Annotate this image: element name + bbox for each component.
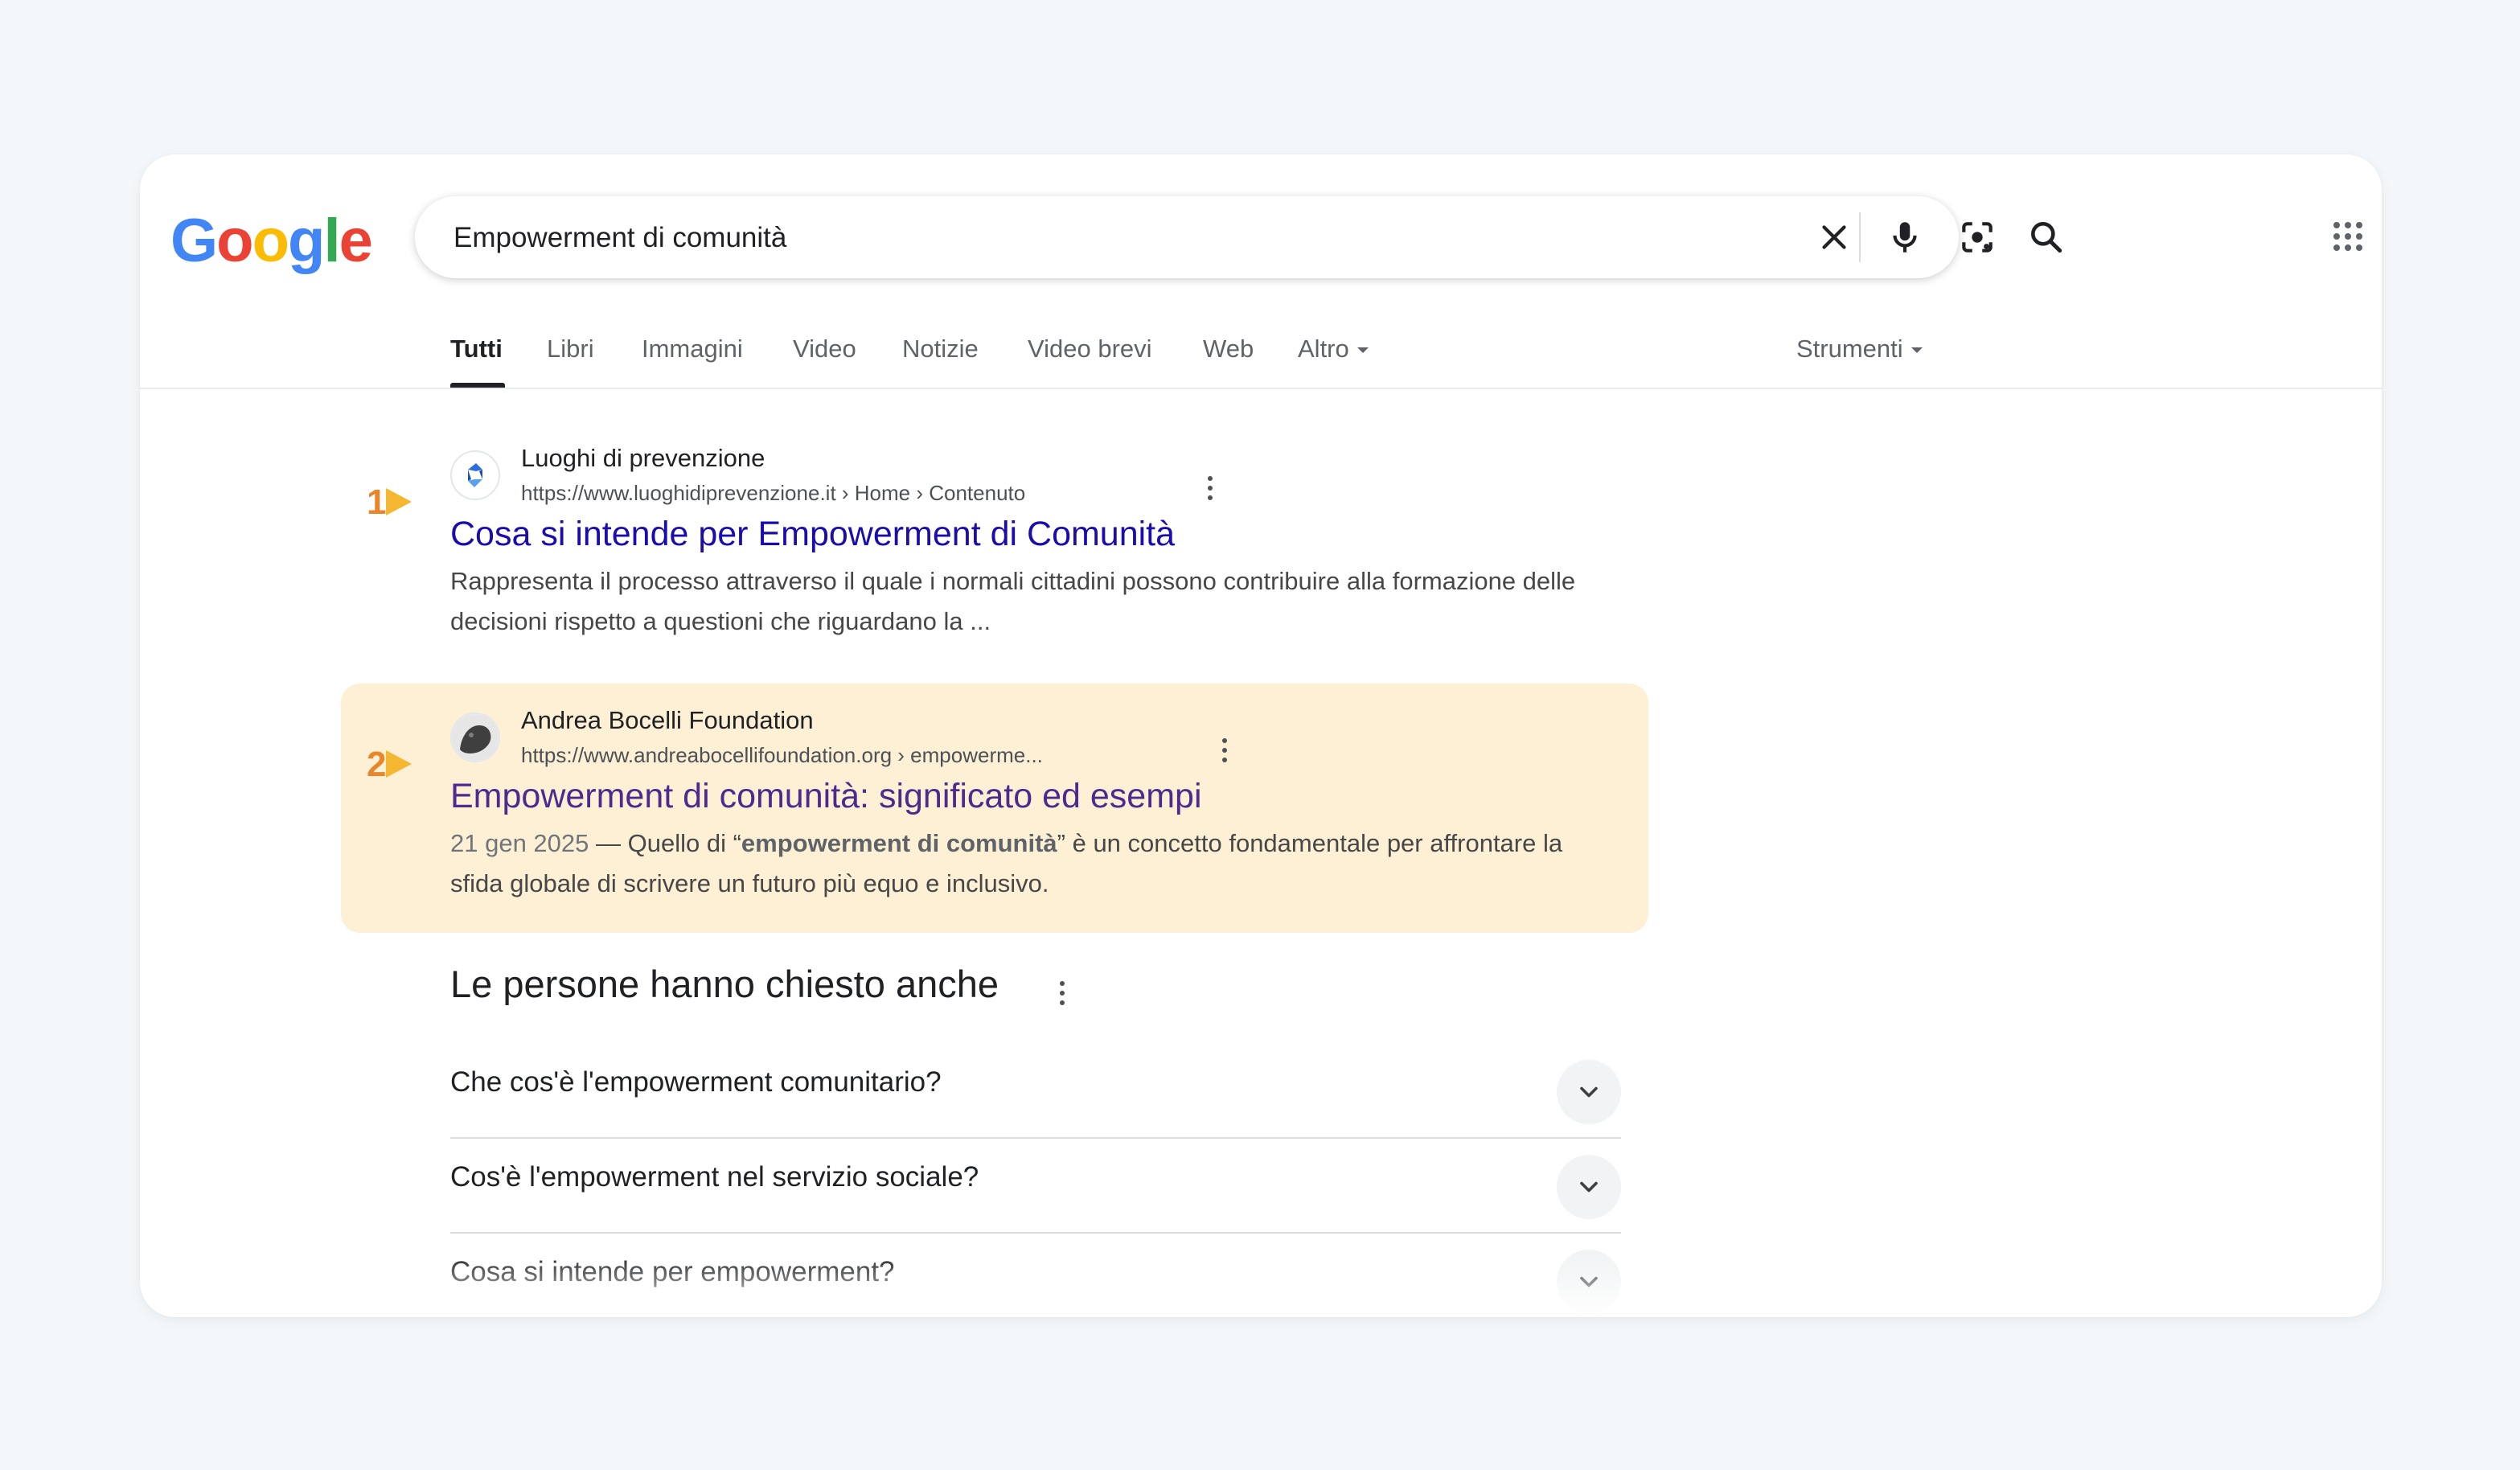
tab-immagini[interactable]: Immagini xyxy=(642,335,743,363)
tab-libri[interactable]: Libri xyxy=(547,335,594,363)
caret-down-icon xyxy=(1911,347,1923,354)
site-url[interactable]: https://www.andreabocellifoundation.org … xyxy=(521,743,1043,768)
snippet-text: — Quello di “ xyxy=(589,829,741,857)
more-options-icon[interactable] xyxy=(1221,737,1229,764)
paa-question-text: Cos'è l'empowerment nel servizio sociale… xyxy=(450,1161,979,1193)
site-name[interactable]: Luoghi di prevenzione xyxy=(521,444,765,473)
site-url[interactable]: https://www.luoghidiprevenzione.it › Hom… xyxy=(521,481,1025,506)
luoghi-logo-icon xyxy=(468,463,482,487)
logo-letter: l xyxy=(323,207,340,275)
result-title-link[interactable]: Cosa si intende per Empowerment di Comun… xyxy=(450,515,1175,554)
rank-marker-arrow-icon xyxy=(386,488,412,515)
paa-question-text: Che cos'è l'empowerment comunitario? xyxy=(450,1066,942,1098)
tab-video-brevi[interactable]: Video brevi xyxy=(1028,335,1152,363)
paa-question[interactable]: Cos'è l'empowerment nel servizio sociale… xyxy=(450,1137,1621,1234)
caret-down-icon xyxy=(1356,347,1369,354)
site-name[interactable]: Andrea Bocelli Foundation xyxy=(521,706,814,735)
more-options-icon[interactable] xyxy=(1058,979,1066,1007)
search-input[interactable] xyxy=(452,211,1581,265)
bocelli-logo-icon xyxy=(452,714,499,761)
paa-heading: Le persone hanno chiesto anche xyxy=(450,963,999,1005)
result-date: 21 gen 2025 xyxy=(450,829,589,857)
tab-web[interactable]: Web xyxy=(1203,335,1254,363)
google-logo[interactable]: Google xyxy=(170,207,373,275)
apps-grid-icon[interactable] xyxy=(2332,220,2364,253)
result-title-link[interactable]: Empowerment di comunità: significato ed … xyxy=(450,777,1202,816)
camera-lens-icon[interactable] xyxy=(1957,217,1997,257)
logo-letter: o xyxy=(216,207,253,275)
site-favicon[interactable] xyxy=(450,712,500,762)
search-icon[interactable] xyxy=(2026,217,2066,257)
rank-marker-arrow-icon xyxy=(386,750,412,778)
tab-notizie[interactable]: Notizie xyxy=(902,335,979,363)
tab-altro-label: Altro xyxy=(1298,335,1349,363)
tools-label: Strumenti xyxy=(1796,335,1903,363)
search-results-card: Google Tutti Libri xyxy=(140,154,2382,1317)
tab-altro[interactable]: Altro xyxy=(1298,335,1369,363)
search-divider xyxy=(1859,212,1861,262)
rank-marker-number: 2 xyxy=(367,745,387,784)
bottom-fade xyxy=(140,1253,2382,1317)
tabs-divider xyxy=(140,388,2382,389)
logo-letter: o xyxy=(252,207,289,275)
site-favicon[interactable] xyxy=(450,450,500,500)
result-snippet: Rappresenta il processo attraverso il qu… xyxy=(450,567,1576,635)
tab-video[interactable]: Video xyxy=(793,335,856,363)
microphone-icon[interactable] xyxy=(1885,217,1925,257)
rank-marker-number: 1 xyxy=(367,482,387,522)
logo-letter: G xyxy=(170,207,218,275)
snippet-highlight: empowerment di comunità xyxy=(741,829,1057,857)
more-options-icon[interactable] xyxy=(1206,474,1214,502)
result-snippet: 21 gen 2025 — Quello di “empowerment di … xyxy=(450,823,1608,904)
logo-letter: e xyxy=(339,207,373,275)
paa-question[interactable]: Che cos'è l'empowerment comunitario? xyxy=(450,1042,1621,1139)
search-box xyxy=(415,196,2062,278)
tools-button[interactable]: Strumenti xyxy=(1796,335,1923,363)
expand-chevron-icon[interactable] xyxy=(1557,1155,1621,1219)
logo-letter: g xyxy=(288,207,325,275)
expand-chevron-icon[interactable] xyxy=(1557,1060,1621,1124)
tab-tutti[interactable]: Tutti xyxy=(450,335,503,363)
close-icon[interactable] xyxy=(1814,217,1854,257)
